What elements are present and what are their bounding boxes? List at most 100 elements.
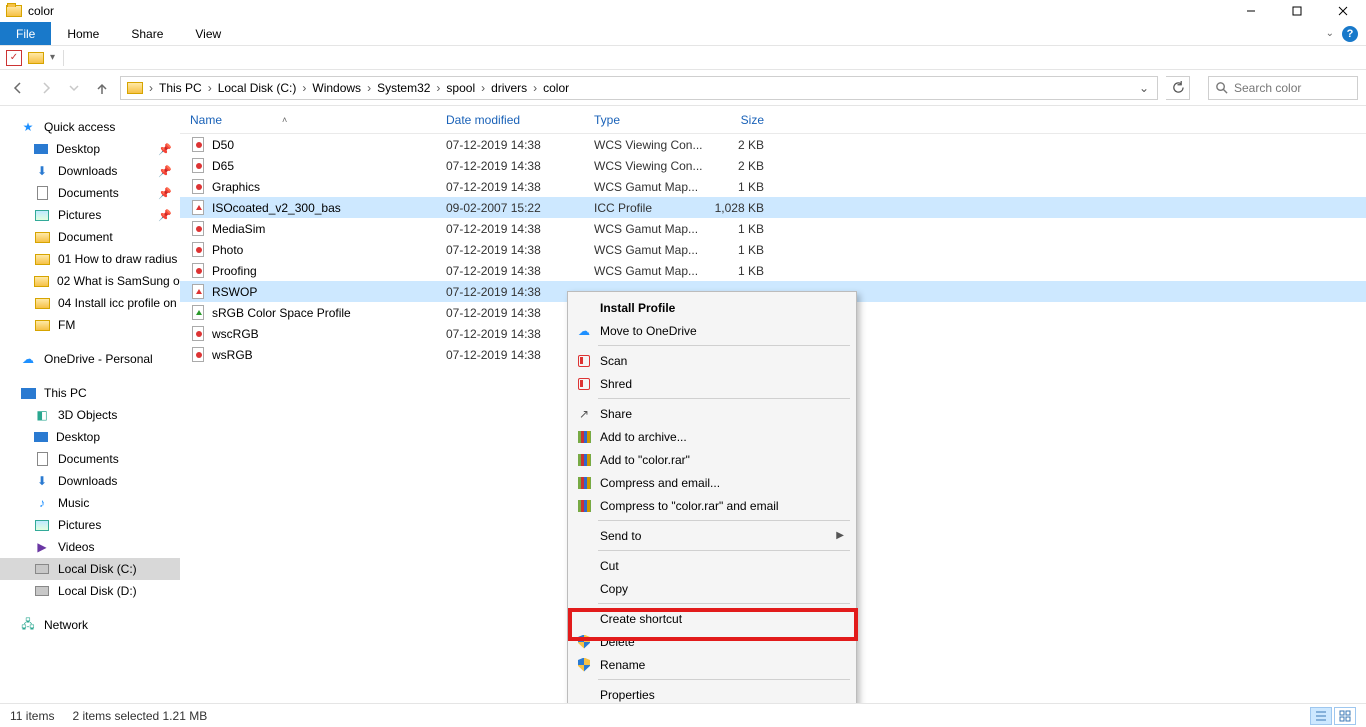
- file-icon: [190, 263, 206, 279]
- breadcrumb-sep[interactable]: ›: [531, 81, 539, 95]
- file-type: WCS Gamut Map...: [584, 243, 704, 257]
- sidebar-item-downloads[interactable]: ⬇Downloads📌: [0, 160, 180, 182]
- window-title: color: [28, 4, 54, 18]
- address-dropdown-icon[interactable]: ⌄: [1131, 81, 1157, 95]
- back-button[interactable]: [8, 78, 28, 98]
- close-button[interactable]: [1320, 0, 1366, 22]
- breadcrumb-item[interactable]: Local Disk (C:): [214, 81, 301, 95]
- sidebar-onedrive[interactable]: ☁OneDrive - Personal: [0, 348, 180, 370]
- breadcrumb-item[interactable]: spool: [442, 81, 479, 95]
- column-date[interactable]: Date modified: [436, 113, 584, 127]
- file-row[interactable]: ISOcoated_v2_300_bas09-02-2007 15:22ICC …: [180, 197, 1366, 218]
- recent-locations-button[interactable]: [64, 78, 84, 98]
- menu-delete[interactable]: Delete: [568, 630, 856, 653]
- minimize-button[interactable]: [1228, 0, 1274, 22]
- tab-home[interactable]: Home: [51, 22, 115, 45]
- sidebar-item-downloads[interactable]: ⬇Downloads: [0, 470, 180, 492]
- sidebar-item-folder[interactable]: FM: [0, 314, 180, 336]
- menu-scan[interactable]: Scan: [568, 349, 856, 372]
- breadcrumb-item[interactable]: drivers: [487, 81, 531, 95]
- menu-install-profile[interactable]: Install Profile: [568, 296, 856, 319]
- menu-move-to-onedrive[interactable]: ☁Move to OneDrive: [568, 319, 856, 342]
- file-row[interactable]: D5007-12-2019 14:38WCS Viewing Con...2 K…: [180, 134, 1366, 155]
- menu-rename[interactable]: Rename: [568, 653, 856, 676]
- breadcrumb-item[interactable]: color: [539, 81, 573, 95]
- qat-dropdown-icon[interactable]: ▾: [50, 52, 55, 63]
- file-icon: [190, 137, 206, 153]
- sidebar-item-folder[interactable]: 04 Install icc profile on: [0, 292, 180, 314]
- sidebar-item-pictures[interactable]: Pictures: [0, 514, 180, 536]
- sort-indicator-icon: ˄: [282, 115, 287, 125]
- maximize-button[interactable]: [1274, 0, 1320, 22]
- sidebar-item-local-disk-d[interactable]: Local Disk (D:): [0, 580, 180, 602]
- tab-file[interactable]: File: [0, 22, 51, 45]
- shield-icon: [576, 634, 592, 650]
- sidebar-item-folder[interactable]: 02 What is SamSung of: [0, 270, 180, 292]
- breadcrumb-sep[interactable]: ›: [206, 81, 214, 95]
- search-input[interactable]: Search color: [1208, 76, 1358, 100]
- sidebar-network[interactable]: 🖧Network: [0, 614, 180, 636]
- qat-newfolder-icon[interactable]: [28, 52, 44, 64]
- breadcrumb-sep[interactable]: ›: [147, 81, 155, 95]
- sidebar-item-documents[interactable]: Documents📌: [0, 182, 180, 204]
- folder-icon: [34, 273, 49, 289]
- file-type: WCS Viewing Con...: [584, 138, 704, 152]
- forward-button[interactable]: [36, 78, 56, 98]
- breadcrumb-sep[interactable]: ›: [365, 81, 373, 95]
- sidebar-item-music[interactable]: ♪Music: [0, 492, 180, 514]
- sidebar-item-pictures[interactable]: Pictures📌: [0, 204, 180, 226]
- sidebar-item-folder[interactable]: Document: [0, 226, 180, 248]
- sidebar-item-local-disk-c[interactable]: Local Disk (C:): [0, 558, 180, 580]
- details-view-button[interactable]: [1310, 707, 1332, 725]
- file-row[interactable]: Photo07-12-2019 14:38WCS Gamut Map...1 K…: [180, 239, 1366, 260]
- sidebar-item-3dobjects[interactable]: ◧3D Objects: [0, 404, 180, 426]
- menu-compress-rar-email[interactable]: Compress to "color.rar" and email: [568, 494, 856, 517]
- menu-create-shortcut[interactable]: Create shortcut: [568, 607, 856, 630]
- sidebar-item-desktop[interactable]: Desktop: [0, 426, 180, 448]
- sidebar-item-desktop[interactable]: Desktop📌: [0, 138, 180, 160]
- breadcrumb-item[interactable]: Windows: [308, 81, 365, 95]
- menu-shred[interactable]: Shred: [568, 372, 856, 395]
- file-row[interactable]: Graphics07-12-2019 14:38WCS Gamut Map...…: [180, 176, 1366, 197]
- refresh-button[interactable]: [1166, 76, 1190, 100]
- column-name[interactable]: Name˄: [180, 113, 436, 127]
- folder-icon: [6, 5, 22, 17]
- breadcrumb-sep[interactable]: ›: [479, 81, 487, 95]
- help-button[interactable]: ?: [1342, 26, 1358, 42]
- column-size[interactable]: Size: [704, 113, 774, 127]
- breadcrumb-sep[interactable]: ›: [434, 81, 442, 95]
- menu-cut[interactable]: Cut: [568, 554, 856, 577]
- file-row[interactable]: MediaSim07-12-2019 14:38WCS Gamut Map...…: [180, 218, 1366, 239]
- breadcrumb-item[interactable]: System32: [373, 81, 434, 95]
- menu-send-to[interactable]: Send to▶: [568, 524, 856, 547]
- sidebar-quick-access[interactable]: ★Quick access: [0, 116, 180, 138]
- search-icon: [1215, 81, 1228, 94]
- tab-share[interactable]: Share: [115, 22, 179, 45]
- up-button[interactable]: [92, 78, 112, 98]
- file-size: 2 KB: [704, 138, 774, 152]
- pc-icon: [20, 385, 36, 401]
- column-type[interactable]: Type: [584, 113, 704, 127]
- sidebar-item-videos[interactable]: ▶Videos: [0, 536, 180, 558]
- menu-copy[interactable]: Copy: [568, 577, 856, 600]
- file-row[interactable]: D6507-12-2019 14:38WCS Viewing Con...2 K…: [180, 155, 1366, 176]
- file-row[interactable]: Proofing07-12-2019 14:38WCS Gamut Map...…: [180, 260, 1366, 281]
- icons-view-button[interactable]: [1334, 707, 1356, 725]
- file-type: WCS Viewing Con...: [584, 159, 704, 173]
- breadcrumb-item[interactable]: This PC: [155, 81, 206, 95]
- menu-compress-email[interactable]: Compress and email...: [568, 471, 856, 494]
- sidebar-this-pc[interactable]: This PC: [0, 382, 180, 404]
- ribbon-expand-icon[interactable]: ⌄: [1326, 28, 1334, 39]
- address-bar[interactable]: › This PC › Local Disk (C:) › Windows › …: [120, 76, 1158, 100]
- menu-add-to-archive[interactable]: Add to archive...: [568, 425, 856, 448]
- file-size: 1 KB: [704, 222, 774, 236]
- desktop-icon: [34, 144, 48, 154]
- menu-add-to-rar[interactable]: Add to "color.rar": [568, 448, 856, 471]
- tab-view[interactable]: View: [179, 22, 237, 45]
- menu-share[interactable]: ↗Share: [568, 402, 856, 425]
- sidebar-item-documents[interactable]: Documents: [0, 448, 180, 470]
- qat-properties-icon[interactable]: [6, 50, 22, 66]
- folder-icon: [34, 251, 50, 267]
- sidebar-item-folder[interactable]: 01 How to draw radius: [0, 248, 180, 270]
- breadcrumb-sep[interactable]: ›: [300, 81, 308, 95]
